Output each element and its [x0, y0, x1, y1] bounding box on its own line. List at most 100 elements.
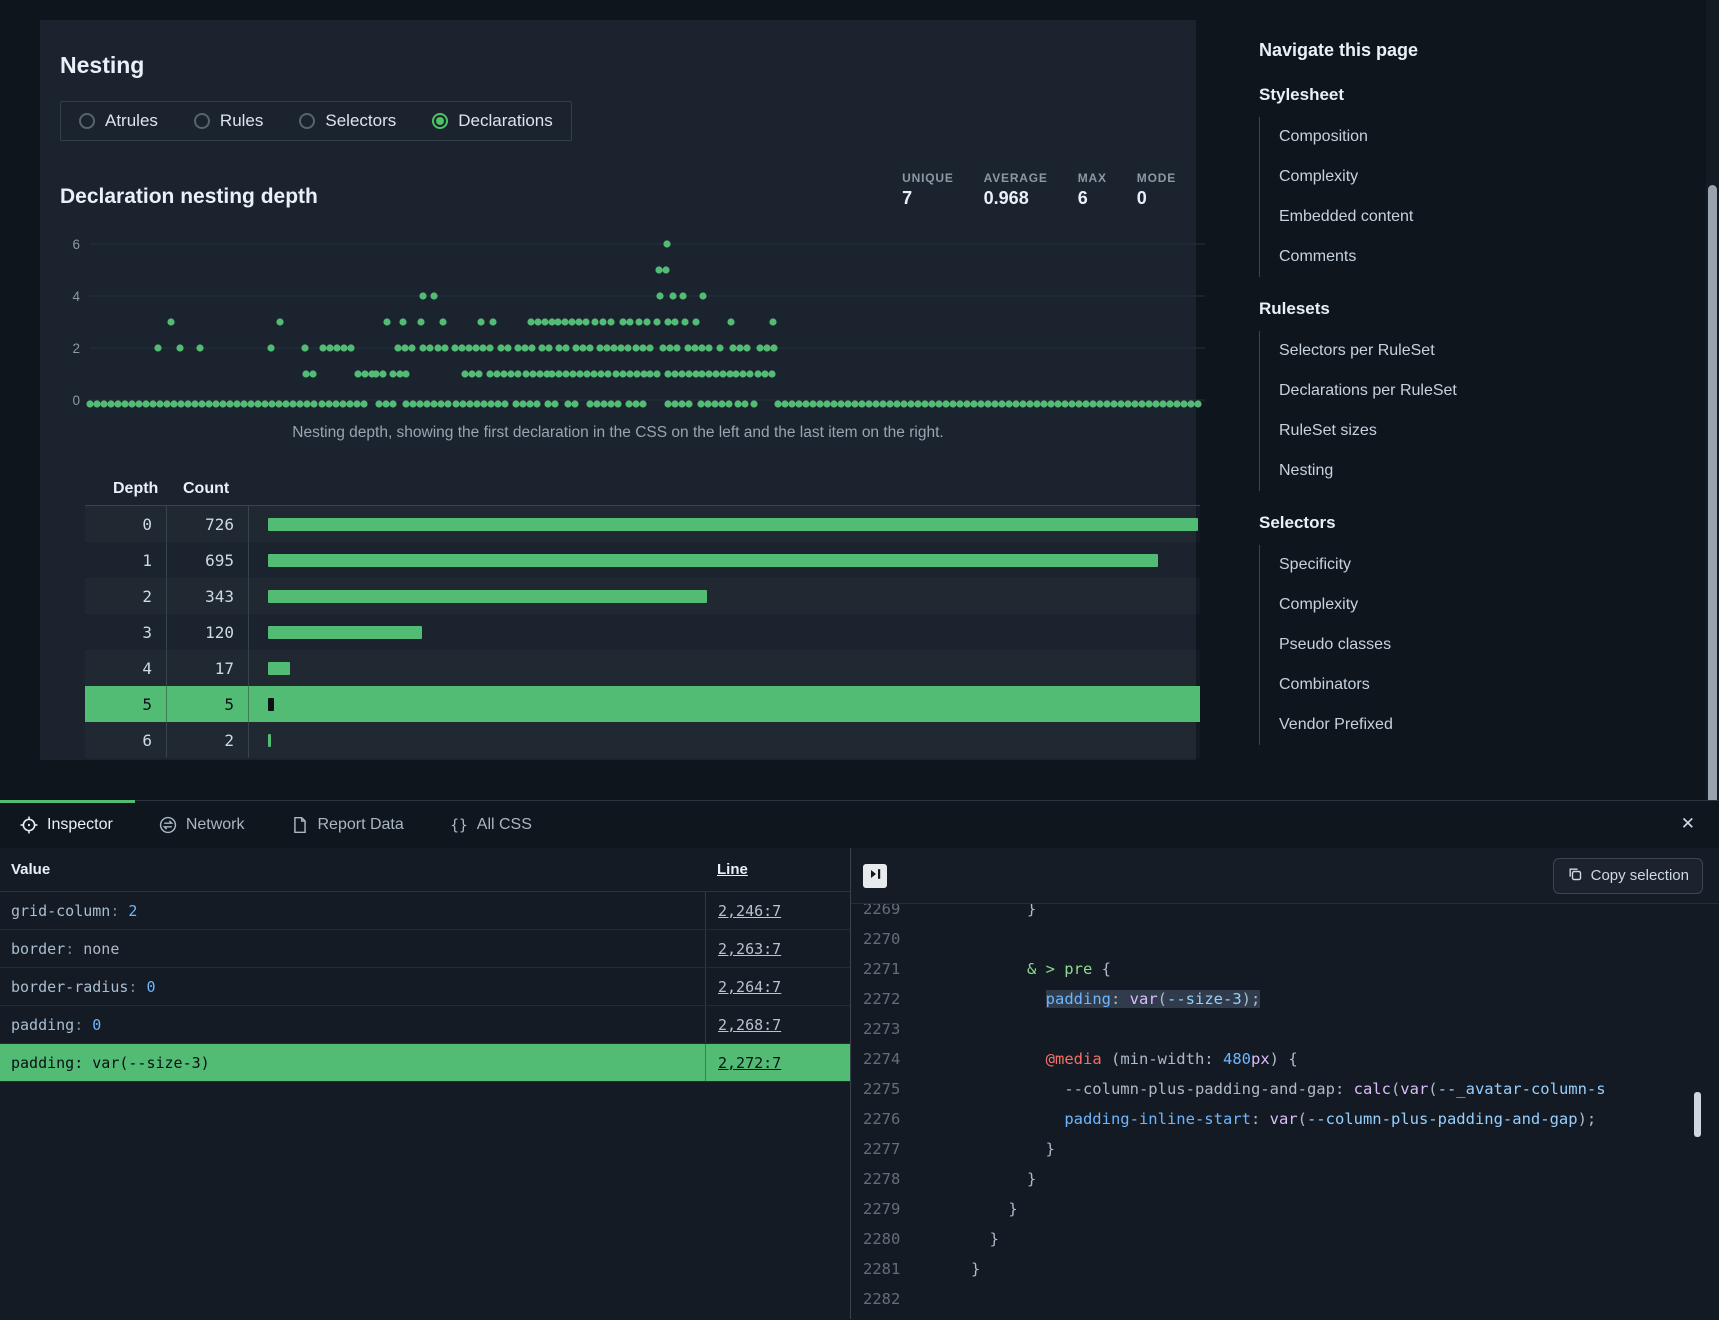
sidebar-item-combinators[interactable]: Combinators: [1260, 665, 1599, 705]
sidebar-item-selectors-per-ruleset[interactable]: Selectors per RuleSet: [1260, 331, 1599, 371]
document-icon: [291, 816, 309, 834]
network-icon: [159, 816, 177, 834]
copy-selection-button[interactable]: Copy selection: [1553, 858, 1703, 894]
sidebar-item-nesting[interactable]: Nesting: [1260, 451, 1599, 491]
scatter-svg: 6420: [60, 237, 1205, 411]
radio-declarations[interactable]: Declarations: [432, 111, 553, 131]
tab-all-css[interactable]: {}All CSS: [450, 816, 532, 834]
radio-rules[interactable]: Rules: [194, 111, 263, 131]
code-line-2277: 2277 }: [863, 1134, 1719, 1164]
sidebar-item-specificity[interactable]: Specificity: [1260, 545, 1599, 585]
code-line-2271: 2271 & > pre {: [863, 954, 1719, 984]
sidebar-title: Navigate this page: [1259, 40, 1599, 61]
code-line-2270: 2270: [863, 924, 1719, 954]
line-number: 2274: [863, 1044, 915, 1074]
copy-icon: [1567, 866, 1583, 886]
crosshair-icon: [20, 816, 38, 834]
nesting-depth-scatter-chart: 6420: [60, 237, 1176, 416]
sidebar-item-vendor-prefixed[interactable]: Vendor Prefixed: [1260, 705, 1599, 745]
radio-selectors[interactable]: Selectors: [299, 111, 396, 131]
depth-cell: 5: [85, 686, 167, 722]
sidebar-item-comments[interactable]: Comments: [1260, 237, 1599, 277]
stat-max: MAX6: [1078, 171, 1107, 209]
tab-label: Inspector: [47, 816, 113, 834]
code-scrollbar-thumb[interactable]: [1694, 1092, 1701, 1137]
tab-network[interactable]: Network: [159, 816, 245, 834]
tab-label: Network: [186, 816, 245, 834]
close-panel-button[interactable]: ✕: [1681, 814, 1695, 834]
count-bar: [268, 734, 271, 747]
depth-table-row-6[interactable]: 62: [85, 722, 1200, 758]
line-number: 2273: [863, 1014, 915, 1044]
line-number: 2278: [863, 1164, 915, 1194]
count-cell: 120: [167, 614, 249, 650]
stats-row: UNIQUE7AVERAGE0.968MAX6MODE0: [902, 171, 1176, 209]
sidebar-item-ruleset-sizes[interactable]: RuleSet sizes: [1260, 411, 1599, 451]
page-navigation-sidebar: Navigate this page StylesheetComposition…: [1259, 40, 1599, 745]
count-cell: 695: [167, 542, 249, 578]
code-line-2278: 2278 }: [863, 1164, 1719, 1194]
tab-inspector[interactable]: Inspector: [20, 816, 113, 834]
line-number: 2281: [863, 1254, 915, 1284]
depth-cell: 6: [85, 722, 167, 758]
line-column-header[interactable]: Line: [705, 861, 850, 878]
code-line-2273: 2273: [863, 1014, 1719, 1044]
code-viewer-panel: Copy selection 2269 }22702271 & > pre {2…: [851, 848, 1719, 1319]
value-table-row[interactable]: border-radius: 02,264:7: [0, 968, 850, 1006]
code-line-2274: 2274 @media (min-width: 480px) {: [863, 1044, 1719, 1074]
declaration-value: padding: 0: [11, 1016, 705, 1034]
sidebar-item-embedded-content[interactable]: Embedded content: [1260, 197, 1599, 237]
sidebar-section-rulesets: Rulesets: [1259, 299, 1599, 319]
radio-atrules[interactable]: Atrules: [79, 111, 158, 131]
depth-column-header: Depth: [85, 480, 167, 498]
depth-table-row-5[interactable]: 55: [85, 686, 1200, 722]
stat-mode: MODE0: [1137, 171, 1176, 209]
line-number: 2279: [863, 1194, 915, 1224]
depth-table-row-1[interactable]: 1695: [85, 542, 1200, 578]
code-line-2281: 2281 }: [863, 1254, 1719, 1284]
code-area: 2269 }22702271 & > pre {2272 padding: va…: [851, 904, 1719, 1319]
code-line-2282: 2282: [863, 1284, 1719, 1314]
code-line-2275: 2275 --column-plus-padding-and-gap: calc…: [863, 1074, 1719, 1104]
line-number: 2280: [863, 1224, 915, 1254]
count-cell: 2: [167, 722, 249, 758]
radio-label: Selectors: [325, 111, 396, 131]
count-bar: [268, 626, 422, 639]
declaration-value: padding: var(--size-3): [11, 1054, 705, 1072]
value-table-row[interactable]: padding: 0 2,268:7: [0, 1006, 850, 1044]
depth-cell: 1: [85, 542, 167, 578]
line-link[interactable]: 2,264:7: [718, 978, 781, 996]
declaration-value: grid-column: 2: [11, 902, 705, 920]
expand-panel-button[interactable]: [863, 864, 887, 888]
code-line-2280: 2280 }: [863, 1224, 1719, 1254]
sidebar-item-composition[interactable]: Composition: [1260, 117, 1599, 157]
declaration-value: border: none: [11, 940, 705, 958]
sidebar-item-pseudo-classes[interactable]: Pseudo classes: [1260, 625, 1599, 665]
sidebar-item-complexity[interactable]: Complexity: [1260, 585, 1599, 625]
window-scrollbar-thumb[interactable]: [1708, 185, 1717, 845]
code-viewer-toolbar: Copy selection: [851, 848, 1719, 904]
tab-report-data[interactable]: Report Data: [291, 816, 404, 834]
sidebar-item-declarations-per-ruleset[interactable]: Declarations per RuleSet: [1260, 371, 1599, 411]
value-table-row[interactable]: grid-column: 2 2,246:7: [0, 892, 850, 930]
value-table-row[interactable]: border: none 2,263:7: [0, 930, 850, 968]
sidebar-item-complexity[interactable]: Complexity: [1260, 157, 1599, 197]
radio-icon: [299, 113, 315, 129]
line-number: 2272: [863, 984, 915, 1014]
line-link[interactable]: 2,272:7: [718, 1054, 781, 1072]
svg-text:{}: {}: [450, 817, 468, 834]
line-link[interactable]: 2,268:7: [718, 1016, 781, 1034]
depth-table-row-3[interactable]: 3120: [85, 614, 1200, 650]
line-link[interactable]: 2,263:7: [718, 940, 781, 958]
count-bar: [268, 662, 290, 675]
line-link[interactable]: 2,246:7: [718, 902, 781, 920]
value-table-row[interactable]: padding: var(--size-3) 2,272:7: [0, 1044, 850, 1082]
radio-label: Rules: [220, 111, 263, 131]
line-number: 2271: [863, 954, 915, 984]
line-number: 2270: [863, 924, 915, 954]
depth-table-row-0[interactable]: 0726: [85, 506, 1200, 542]
depth-cell: 0: [85, 506, 167, 542]
code-line-2269: 2269 }: [863, 904, 1719, 924]
depth-table-row-2[interactable]: 2343: [85, 578, 1200, 614]
depth-table-row-4[interactable]: 417: [85, 650, 1200, 686]
